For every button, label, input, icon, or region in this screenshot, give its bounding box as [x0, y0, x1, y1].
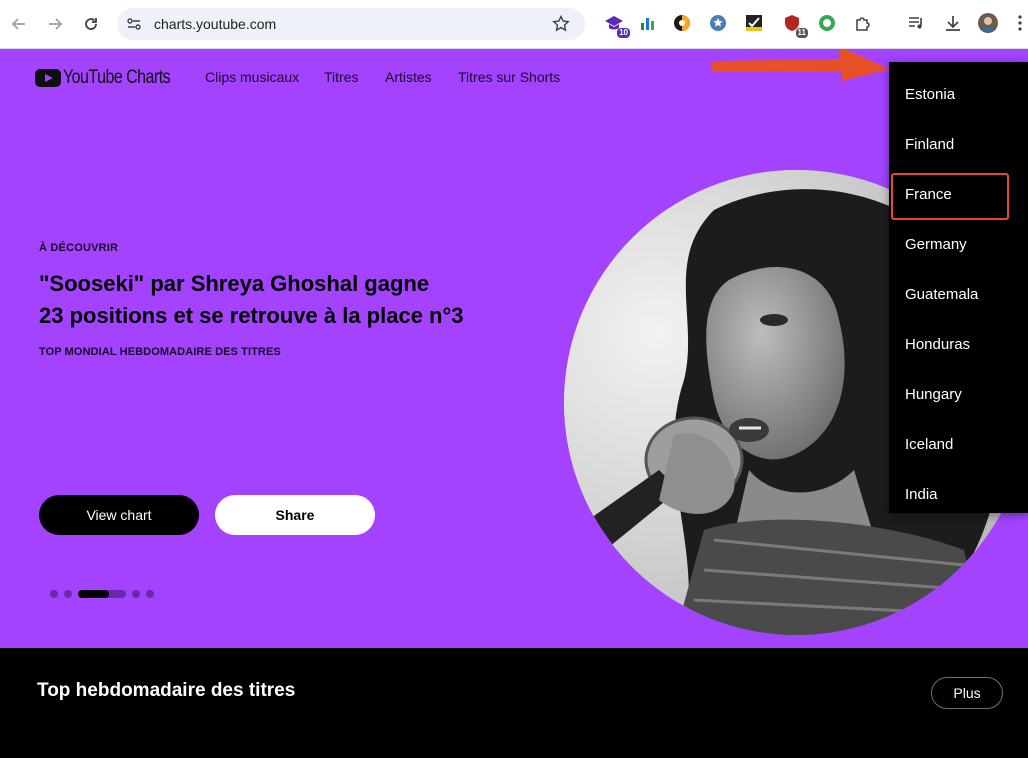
playlist-icon: [909, 17, 922, 29]
carousel-indicator: [50, 590, 154, 598]
kebab-menu-icon: [1018, 15, 1022, 31]
profile-avatar-button[interactable]: [978, 13, 998, 33]
extension-badge: 11: [795, 28, 808, 38]
extension-badge: 10: [617, 28, 630, 38]
view-chart-button[interactable]: View chart: [39, 495, 199, 535]
country-option-germany[interactable]: Germany: [905, 236, 967, 253]
nav-link-artistes[interactable]: Artistes: [385, 69, 432, 85]
puzzle-icon: [856, 17, 870, 31]
site-settings-icon[interactable]: [127, 17, 141, 31]
extension-shield[interactable]: 11: [782, 13, 808, 38]
page-content: YouTube Charts Clips musicaux Titres Art…: [0, 49, 1028, 758]
extensions-menu-button[interactable]: [853, 13, 873, 33]
forward-button[interactable]: [43, 12, 67, 36]
logo-text: YouTube Charts: [63, 67, 171, 88]
extension-checkmark-box[interactable]: [744, 13, 764, 33]
country-dropdown: Estonia Finland France Germany Guatemala…: [889, 62, 1028, 513]
hero-headline-line1: "Sooseki" par Shreya Ghoshal gagne: [39, 271, 430, 296]
country-option-estonia[interactable]: Estonia: [905, 86, 955, 103]
hero-eyebrow: À DÉCOUVRIR: [39, 242, 119, 254]
highlight-box: [891, 173, 1009, 220]
carousel-dot[interactable]: [64, 590, 72, 598]
hero-headline: "Sooseki" par Shreya Ghoshal gagne 23 po…: [39, 268, 559, 332]
extension-ring[interactable]: [817, 13, 837, 33]
media-controls-button[interactable]: [906, 13, 926, 33]
carousel-dot[interactable]: [146, 590, 154, 598]
star-badge-icon: [710, 15, 726, 31]
extension-graduation-cap[interactable]: 10: [604, 13, 630, 38]
bar-chart-icon: [641, 18, 654, 30]
section-title: Top hebdomadaire des titres: [37, 680, 296, 701]
hero-headline-line2: 23 positions et se retrouve à la place n…: [39, 303, 464, 328]
share-button[interactable]: Share: [215, 495, 375, 535]
hero-subline: TOP MONDIAL HEBDOMADAIRE DES TITRES: [39, 346, 281, 358]
extension-half-circle[interactable]: [672, 13, 692, 33]
nav-link-titres[interactable]: Titres: [324, 69, 358, 85]
reload-icon: [85, 18, 97, 30]
country-option-honduras[interactable]: Honduras: [905, 336, 970, 353]
nav-link-shorts[interactable]: Titres sur Shorts: [458, 69, 560, 85]
downloads-button[interactable]: [943, 13, 963, 33]
country-option-india[interactable]: India: [905, 486, 938, 503]
carousel-progress-fill: [78, 590, 110, 598]
browser-menu-button[interactable]: [1010, 13, 1028, 33]
country-option-guatemala[interactable]: Guatemala: [905, 286, 978, 303]
nav-link-clips[interactable]: Clips musicaux: [205, 69, 299, 85]
youtube-play-icon: [35, 69, 61, 87]
youtube-charts-logo[interactable]: YouTube Charts: [35, 67, 191, 89]
download-icon: [946, 16, 960, 31]
hero-banner: YouTube Charts Clips musicaux Titres Art…: [0, 49, 1028, 648]
carousel-dot[interactable]: [132, 590, 140, 598]
annotation-arrow-icon: [712, 49, 890, 81]
forward-arrow-icon: [49, 18, 63, 30]
country-option-iceland[interactable]: Iceland: [905, 436, 953, 453]
address-bar[interactable]: charts.youtube.com: [117, 8, 585, 40]
country-option-finland[interactable]: Finland: [905, 136, 954, 153]
carousel-dot-active[interactable]: [78, 590, 126, 598]
back-button[interactable]: [7, 12, 31, 36]
country-option-hungary[interactable]: Hungary: [905, 386, 962, 403]
half-circle-icon: [674, 15, 690, 31]
extension-star-badge[interactable]: [708, 13, 728, 33]
reload-button[interactable]: [79, 12, 103, 36]
bookmark-star-icon[interactable]: [552, 15, 570, 33]
carousel-dot[interactable]: [50, 590, 58, 598]
browser-toolbar: charts.youtube.com 10 11: [0, 0, 1028, 49]
url-text: charts.youtube.com: [154, 16, 277, 32]
more-button[interactable]: Plus: [931, 677, 1003, 709]
extension-bar-chart[interactable]: [638, 13, 658, 33]
ring-icon: [819, 15, 835, 31]
checkmark-box-icon: [746, 15, 762, 31]
avatar-icon: [978, 13, 998, 33]
back-arrow-icon: [11, 18, 25, 30]
